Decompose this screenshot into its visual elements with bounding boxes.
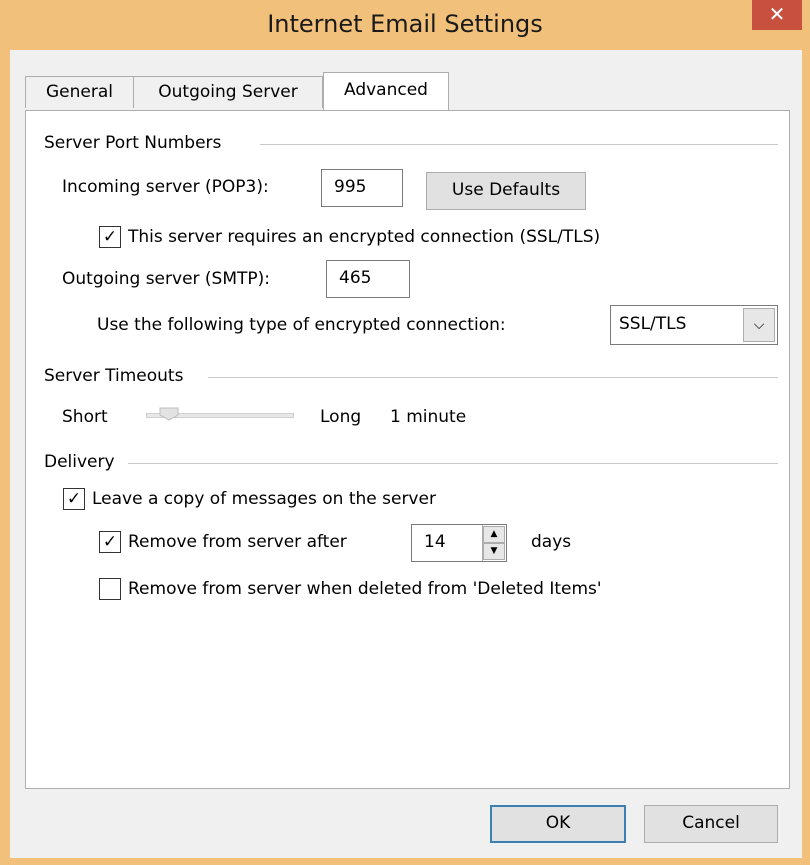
dialog-window: Internet Email Settings ✕ General Outgoi… [0,0,810,865]
timeout-slider[interactable] [146,401,294,431]
slider-thumb[interactable] [159,407,179,421]
days-label: days [531,532,572,552]
checkmark-icon: ✓ [66,489,82,509]
incoming-ssl-checkbox[interactable]: ✓ [99,226,121,248]
outgoing-server-label: Outgoing server (SMTP): [62,269,271,289]
server-timeouts-heading: Server Timeouts [44,366,184,386]
ok-button[interactable]: OK [490,805,626,843]
incoming-ssl-label: This server requires an encrypted connec… [128,227,601,247]
window-title: Internet Email Settings [267,10,543,38]
incoming-port-input[interactable]: 995 [321,169,403,207]
encryption-type-label: Use the following type of encrypted conn… [97,315,506,335]
group-divider [208,377,778,378]
cancel-button[interactable]: Cancel [644,805,778,843]
close-icon: ✕ [768,2,786,26]
use-defaults-button[interactable]: Use Defaults [426,172,586,210]
outgoing-port-input[interactable]: 465 [326,260,410,298]
spin-down-icon[interactable]: ▼ [483,543,505,560]
checkmark-icon: ✓ [102,227,118,247]
leave-copy-label: Leave a copy of messages on the server [92,489,436,509]
tab-outgoing-server[interactable]: Outgoing Server [133,76,323,108]
tab-general[interactable]: General [25,76,134,108]
remove-after-days-stepper[interactable]: 14 ▲ ▼ [411,524,507,562]
incoming-server-label: Incoming server (POP3): [62,177,269,197]
remove-after-label: Remove from server after [128,532,347,552]
group-divider [260,144,778,145]
stepper-buttons: ▲ ▼ [482,525,506,561]
leave-copy-checkbox[interactable]: ✓ [63,488,85,510]
advanced-tab-panel: Server Port Numbers Incoming server (POP… [25,110,790,789]
checkmark-icon: ✓ [102,532,118,552]
spin-up-icon[interactable]: ▲ [483,526,505,543]
tab-strip: General Outgoing Server Advanced [10,50,802,118]
timeout-short-label: Short [62,407,108,427]
close-button[interactable]: ✕ [752,0,802,30]
chevron-down-icon: ⌵ [743,308,775,342]
group-divider [128,463,778,464]
dialog-client-area: General Outgoing Server Advanced Server … [10,50,802,858]
encryption-type-value: SSL/TLS [619,314,687,334]
remove-deleted-checkbox[interactable] [99,578,121,600]
remove-after-checkbox[interactable]: ✓ [99,531,121,553]
remove-deleted-label: Remove from server when deleted from 'De… [128,579,602,599]
timeout-value-label: 1 minute [390,407,467,427]
remove-after-days-value: 14 [424,532,446,552]
tab-advanced[interactable]: Advanced [323,72,449,110]
delivery-heading: Delivery [44,452,115,472]
server-port-numbers-heading: Server Port Numbers [44,133,222,153]
encryption-type-select[interactable]: SSL/TLS ⌵ [610,305,778,345]
title-bar[interactable]: Internet Email Settings ✕ [0,0,810,50]
timeout-long-label: Long [320,407,362,427]
